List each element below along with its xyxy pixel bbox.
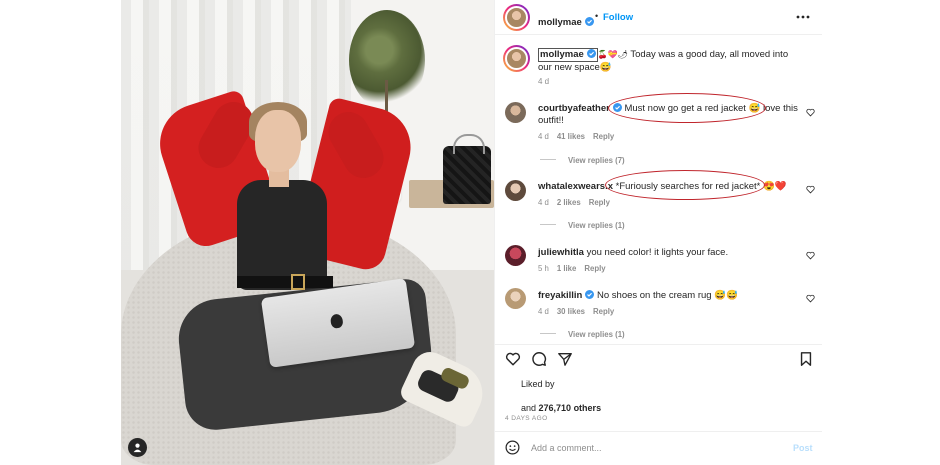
comment-text: you need color! it lights your face.: [586, 247, 729, 258]
comment-text: No shoes on the cream rug 😅😅: [597, 290, 738, 301]
avatar[interactable]: [503, 4, 530, 31]
black-top: [237, 180, 327, 290]
caption-emojis: 🍒💝🌶: [597, 50, 628, 59]
heart-icon[interactable]: [806, 251, 815, 260]
bookmark-icon[interactable]: [798, 351, 814, 367]
comment-meta: 5 h 1 like Reply: [538, 264, 614, 273]
caption-username-box: mollymae: [538, 48, 598, 62]
add-comment-bar: Post: [495, 431, 822, 465]
comment-time: 5 h: [538, 264, 549, 273]
reply-button[interactable]: Reply: [593, 307, 614, 316]
view-replies-button[interactable]: View replies (1): [540, 330, 625, 339]
comment-avatar[interactable]: [505, 102, 526, 123]
comment-avatar[interactable]: [505, 245, 526, 266]
emoji-smile-icon[interactable]: [505, 440, 520, 455]
comment-avatar[interactable]: [505, 288, 526, 309]
verified-badge-icon: [586, 49, 596, 58]
comment-meta: 4 d 41 likes Reply: [538, 132, 622, 141]
heart-icon[interactable]: [505, 351, 521, 367]
post-actions: Liked by and 276,710 others 4 DAYS AGO: [495, 344, 822, 428]
comment-likes[interactable]: 30 likes: [557, 307, 585, 316]
comment-avatar[interactable]: [505, 180, 526, 201]
comment-icon[interactable]: [531, 351, 547, 367]
comment-username[interactable]: whatalexwears.x: [538, 181, 613, 192]
header-username-row: mollymae: [538, 12, 594, 30]
heart-icon[interactable]: [806, 108, 815, 117]
verified-badge-icon: [584, 17, 594, 26]
caption-username[interactable]: mollymae: [540, 49, 584, 60]
comment: freyakillin No shoes on the cream rug 😅😅: [538, 290, 800, 302]
comment: courtbyafeather Must now go get a red ja…: [538, 103, 800, 127]
header-username[interactable]: mollymae: [538, 17, 582, 28]
comment-time: 4 d: [538, 132, 549, 141]
comment-meta: 4 d 2 likes Reply: [538, 198, 618, 207]
follow-button[interactable]: Follow: [603, 12, 633, 23]
post-header: mollymae • Follow: [495, 0, 822, 35]
caption: mollymae 🍒💝🌶 Today was a good day, all mo…: [538, 48, 803, 74]
more-horizontal-icon[interactable]: [795, 10, 811, 24]
caption-avatar[interactable]: [503, 45, 530, 72]
heart-icon[interactable]: [806, 294, 815, 303]
instagram-post: mollymae • Follow mollymae 🍒💝🌶 Today was …: [121, 0, 822, 465]
post-side-panel: mollymae • Follow mollymae 🍒💝🌶 Today was …: [494, 0, 822, 465]
comment-time: 4 d: [538, 307, 549, 316]
belt: [237, 276, 333, 288]
heart-icon[interactable]: [806, 185, 815, 194]
likes-others[interactable]: 276,710 others: [539, 403, 602, 413]
comment-time: 4 d: [538, 198, 549, 207]
liked-by-label: Liked by: [521, 379, 555, 389]
comment-meta: 4 d 30 likes Reply: [538, 307, 622, 316]
comment-username[interactable]: courtbyafeather: [538, 103, 610, 114]
comment-likes[interactable]: 2 likes: [557, 198, 581, 207]
comment-username[interactable]: juliewhitla: [538, 247, 584, 258]
comment: juliewhitla you need color! it lights yo…: [538, 247, 800, 259]
verified-badge-icon: [585, 290, 595, 299]
comment-text: *Furiously searches for red jacket* 😍❤️: [615, 181, 787, 192]
paper-plane-icon[interactable]: [557, 351, 573, 367]
comment-likes[interactable]: 41 likes: [557, 132, 585, 141]
view-replies-button[interactable]: View replies (7): [540, 156, 625, 165]
separator-dot: •: [595, 11, 599, 21]
likes-count[interactable]: and 276,710 others: [521, 403, 601, 413]
handbag: [443, 134, 491, 204]
reply-button[interactable]: Reply: [584, 264, 605, 273]
user-tag-icon: [133, 443, 142, 453]
comment-likes[interactable]: 1 like: [557, 264, 577, 273]
apple-logo-icon: [329, 313, 344, 329]
comment-username[interactable]: freyakillin: [538, 290, 582, 301]
caption-time: 4 d: [538, 77, 550, 86]
comment-input[interactable]: [531, 440, 781, 456]
post-button[interactable]: Post: [793, 443, 813, 453]
verified-badge-icon: [612, 103, 622, 112]
post-photo[interactable]: [121, 0, 494, 465]
comment: whatalexwears.x *Furiously searches for …: [538, 181, 800, 193]
view-replies-button[interactable]: View replies (1): [540, 221, 625, 230]
reply-button[interactable]: Reply: [593, 132, 614, 141]
face: [255, 110, 301, 172]
belt-buckle: [291, 274, 305, 290]
post-date: 4 DAYS AGO: [505, 415, 548, 422]
likes-prefix: and: [521, 403, 539, 413]
reply-button[interactable]: Reply: [589, 198, 610, 207]
comments-list[interactable]: mollymae 🍒💝🌶 Today was a good day, all mo…: [495, 36, 822, 344]
user-tag-button[interactable]: [128, 438, 147, 457]
